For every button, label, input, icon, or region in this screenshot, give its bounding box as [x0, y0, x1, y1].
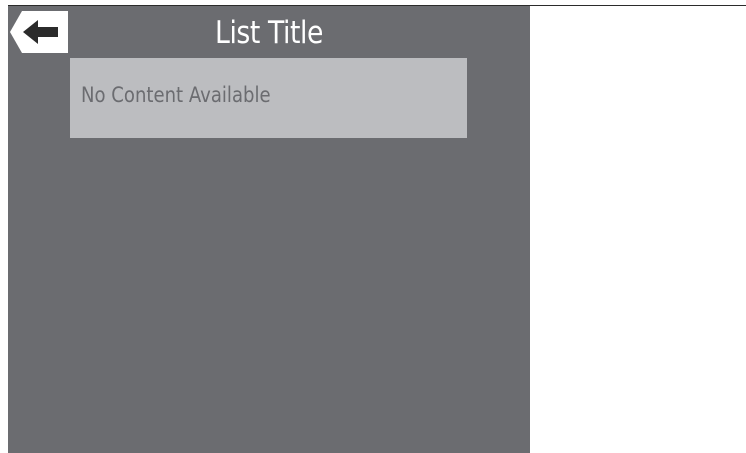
- empty-message: No Content Available: [81, 83, 271, 107]
- screen: List Title No Content Available: [0, 0, 746, 453]
- empty-list-item: No Content Available: [70, 58, 467, 138]
- list-title: List Title: [215, 15, 323, 51]
- list-panel: List Title No Content Available: [8, 6, 530, 453]
